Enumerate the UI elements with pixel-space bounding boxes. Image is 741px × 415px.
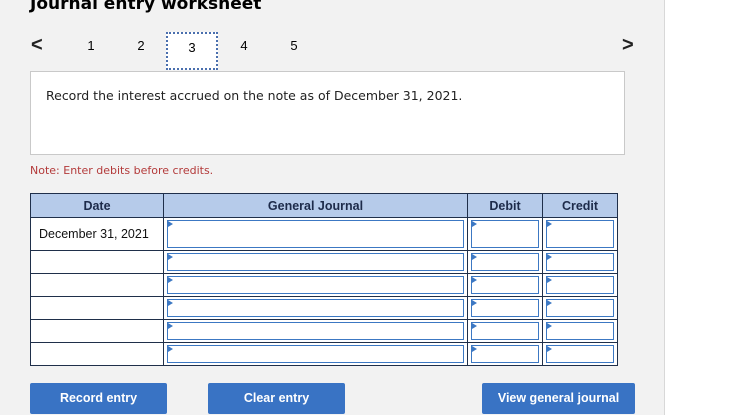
credit-cell[interactable] — [542, 296, 618, 320]
record-entry-button[interactable]: Record entry — [30, 383, 167, 414]
credit-input[interactable] — [546, 299, 614, 317]
instruction-box: Record the interest accrued on the note … — [30, 71, 625, 155]
debit-cell[interactable] — [467, 273, 543, 297]
page-title: Journal entry worksheet — [30, 0, 262, 14]
date-cell: December 31, 2021 — [30, 217, 164, 251]
debit-input[interactable] — [471, 299, 539, 317]
account-input[interactable] — [167, 220, 464, 248]
credit-cell[interactable] — [542, 273, 618, 297]
credit-input[interactable] — [546, 345, 614, 363]
credit-column-header: Credit — [542, 193, 618, 218]
account-cell[interactable] — [163, 296, 468, 320]
date-cell — [30, 319, 164, 343]
debit-input[interactable] — [471, 220, 539, 248]
table-row — [30, 319, 618, 343]
date-cell — [30, 250, 164, 274]
table-row — [30, 342, 618, 366]
debit-input[interactable] — [471, 322, 539, 340]
credit-input[interactable] — [546, 253, 614, 271]
account-cell[interactable] — [163, 217, 468, 251]
journal-table: Date General Journal Debit Credit Decemb… — [30, 193, 618, 366]
credit-cell[interactable] — [542, 319, 618, 343]
note-text: Note: Enter debits before credits. — [30, 164, 214, 177]
credit-input[interactable] — [546, 276, 614, 294]
debit-cell[interactable] — [467, 217, 543, 251]
debit-input[interactable] — [471, 253, 539, 271]
debit-column-header: Debit — [467, 193, 543, 218]
clear-entry-button[interactable]: Clear entry — [208, 383, 345, 414]
credit-cell[interactable] — [542, 250, 618, 274]
instruction-text: Record the interest accrued on the note … — [46, 88, 463, 103]
table-row: December 31, 2021 — [30, 217, 618, 251]
credit-cell[interactable] — [542, 217, 618, 251]
view-general-journal-button[interactable]: View general journal — [482, 383, 635, 414]
account-input[interactable] — [167, 276, 464, 294]
date-column-header: Date — [30, 193, 164, 218]
account-cell[interactable] — [163, 319, 468, 343]
page-link-2[interactable]: 2 — [128, 38, 154, 54]
debit-cell[interactable] — [467, 319, 543, 343]
account-cell[interactable] — [163, 342, 468, 366]
account-input[interactable] — [167, 299, 464, 317]
table-row — [30, 296, 618, 320]
date-cell — [30, 273, 164, 297]
account-cell[interactable] — [163, 250, 468, 274]
page-link-3-active[interactable]: 3 — [166, 32, 218, 70]
debit-cell[interactable] — [467, 342, 543, 366]
page-link-1[interactable]: 1 — [78, 38, 104, 54]
page-link-5[interactable]: 5 — [281, 38, 307, 54]
table-header-row: Date General Journal Debit Credit — [30, 193, 618, 218]
date-cell — [30, 296, 164, 320]
prev-page-arrow-icon[interactable]: < — [31, 34, 43, 56]
worksheet-panel: Journal entry worksheet < 1 2 3 4 5 > Re… — [0, 0, 665, 415]
table-row — [30, 250, 618, 274]
debit-input[interactable] — [471, 276, 539, 294]
page-link-4[interactable]: 4 — [231, 38, 257, 54]
debit-cell[interactable] — [467, 296, 543, 320]
next-page-arrow-icon[interactable]: > — [622, 34, 634, 56]
debit-cell[interactable] — [467, 250, 543, 274]
account-cell[interactable] — [163, 273, 468, 297]
account-input[interactable] — [167, 322, 464, 340]
date-cell — [30, 342, 164, 366]
account-input[interactable] — [167, 345, 464, 363]
account-input[interactable] — [167, 253, 464, 271]
credit-input[interactable] — [546, 220, 614, 248]
table-row — [30, 273, 618, 297]
debit-input[interactable] — [471, 345, 539, 363]
general-journal-column-header: General Journal — [163, 193, 468, 218]
credit-cell[interactable] — [542, 342, 618, 366]
credit-input[interactable] — [546, 322, 614, 340]
